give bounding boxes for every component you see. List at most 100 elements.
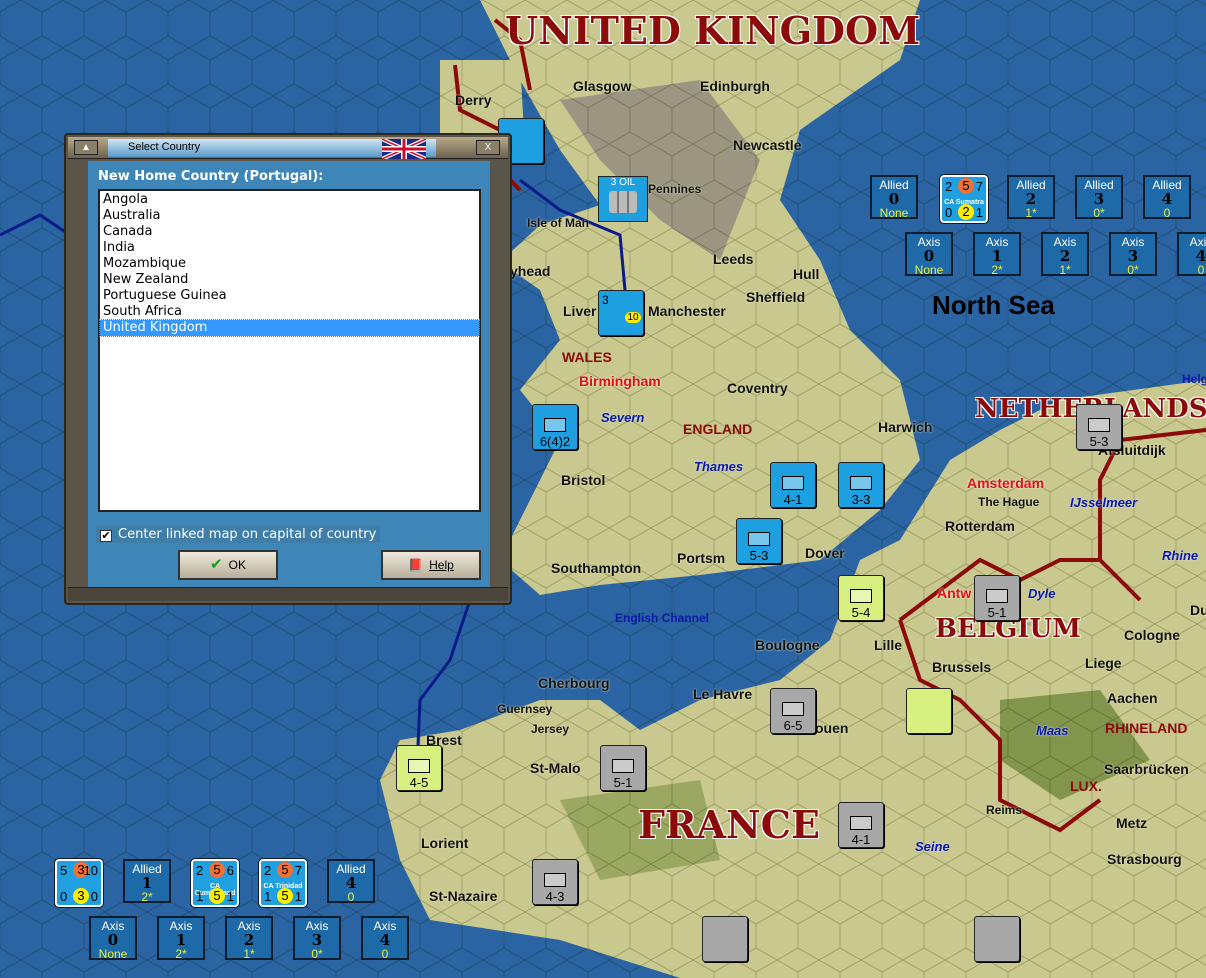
ship-counter[interactable]: 2 5 7 CA Trinidad 1 5 1 [258,858,308,908]
close-button[interactable]: X [476,140,500,155]
unit-counter[interactable]: 6(4)2 [532,404,578,450]
bottom_boxes-allied-0-num: 1 [141,874,153,892]
city-label: St-Malo [530,760,581,776]
air-unit-counter[interactable] [906,688,952,734]
top_boxes-allied-1-sub: 1* [1025,206,1037,220]
unit-counter[interactable]: 4-1 [770,462,816,508]
minimize-button[interactable]: ▲ [74,140,98,155]
river-label: Seine [915,839,950,854]
axis-box[interactable]: Axis 1 2* [973,232,1021,277]
air-unit-counter[interactable] [974,916,1020,962]
unit-counter[interactable]: 4-3 [532,859,578,905]
unit-counter[interactable]: 5-3 [1076,404,1122,450]
axis-box[interactable]: Axis40 [1177,232,1206,277]
bottom_boxes-allied-0-sub: 2* [141,890,153,904]
oil-resource[interactable]: 3 OIL [598,176,648,222]
axis-box[interactable]: Axis40 [361,916,409,961]
unit-counter[interactable]: 5-4 [838,575,884,621]
country-option[interactable]: Canada [100,224,479,240]
city-label: Liege [1085,655,1122,671]
unit-type-symbol-icon [612,759,634,773]
axis-box[interactable]: Axis 1 2* [157,916,205,961]
country-option[interactable]: Mozambique [100,256,479,272]
checkbox-checked-icon[interactable]: ✔ [100,530,112,542]
oil-barrels-icon [609,191,637,213]
axis-box[interactable]: Axis 3 0* [293,916,341,961]
unit-type-symbol-icon [782,476,804,490]
ok-button[interactable]: ✔ OK [178,550,278,580]
top_boxes-ship-bl: 0 [945,205,953,220]
unit-readiness: 10 [625,312,641,323]
allied-box[interactable]: Allied 2 1* [1007,175,1055,220]
country-option-selected[interactable]: United Kingdom [99,319,480,337]
axis-box[interactable]: Axis 0 None [89,916,137,961]
unit-type-symbol-icon [850,816,872,830]
axis-box[interactable]: Axis 0 None [905,232,953,277]
axis-box[interactable]: Axis 3 0* [1109,232,1157,277]
city-label: yhead [510,263,551,279]
fleet-counter[interactable]: 5 3 10 0 3 0 [54,858,104,908]
unit-strength: 6-5 [783,718,803,733]
top_boxes-ship-yc: 2 [958,204,974,220]
unit-strength: 4-1 [851,832,871,847]
dialog-title-bar[interactable]: ▲ Select Country X [68,137,508,161]
axis-box[interactable]: Axis 2 1* [1041,232,1089,277]
unit-strength: 3-3 [851,492,871,507]
city-label: Edinburgh [700,78,770,94]
allied-box[interactable]: Allied 1 2* [123,859,171,904]
city-label: Aachen [1107,690,1158,706]
country-option[interactable]: India [100,240,479,256]
air-unit-counter[interactable]: 3 10 [598,290,644,336]
city-label: Manchester [648,303,726,319]
unit-strength: 4-3 [545,889,565,904]
ship-counter[interactable]: 256CA Cumberland151 [190,858,240,908]
country-option[interactable]: Angola [100,192,479,208]
bottom_boxes-ships-2-tr: 7 [294,863,302,878]
center-map-checkbox[interactable]: ✔ Center linked map on capital of country [96,526,381,543]
checkbox-label: Center linked map on capital of country [118,527,377,542]
unit-type-symbol-icon [1088,418,1110,432]
top_boxes-allied-3-num: 4 [1161,190,1173,208]
allied-box[interactable]: Allied 0 None [870,175,918,220]
dialog-body: New Home Country (Portugal): Angola Aust… [88,161,490,589]
unit-type-symbol-icon [748,532,770,546]
capital-label: Amsterdam [967,475,1045,491]
unit-strength: 5-4 [851,605,871,620]
unit-counter[interactable]: 3-3 [838,462,884,508]
city-label: The Hague [978,495,1040,509]
unit-counter[interactable]: 4-1 [838,802,884,848]
city-label: St-Nazaire [429,888,498,904]
country-option[interactable]: South Africa [100,304,479,320]
city-label: Bristol [561,472,606,488]
help-button[interactable]: 📕 Help [381,550,481,580]
axis-box[interactable]: Axis 2 1* [225,916,273,961]
air-unit-counter[interactable] [702,916,748,962]
bottom_boxes-axis-1-sub: 2* [175,947,187,961]
country-option[interactable]: Australia [100,208,479,224]
allied-box[interactable]: Allied 4 0 [327,859,375,904]
bottom_boxes-ships-1-oc: 5 [209,862,225,878]
city-label: Boulogne [755,637,820,653]
unit-counter[interactable]: 5-1 [600,745,646,791]
country-option[interactable]: Portuguese Guinea [100,288,479,304]
top_boxes-axis-2-num: 2 [1059,247,1071,265]
unit-counter[interactable]: 4-5 [396,745,442,791]
bottom_boxes-ships-0-bl: 0 [60,889,68,904]
city-label: Lorient [421,835,469,851]
bottom_boxes-axis-3-num: 3 [311,931,323,949]
ship-counter[interactable]: 2 5 7 CA Sumatra 0 2 1 [939,174,989,224]
unit-strength: 3 [602,293,609,307]
country-listbox[interactable]: Angola Australia Canada India Mozambique… [98,189,481,512]
city-label: Reims [986,803,1023,817]
top_boxes-axis-2-sub: 1* [1059,263,1071,277]
top_boxes-allied-2-sub: 0* [1093,206,1105,220]
unit-counter[interactable]: 6-5 [770,688,816,734]
country-option[interactable]: New Zealand [100,272,479,288]
allied-box[interactable]: Allied 3 0* [1075,175,1123,220]
city-label: Leeds [713,251,754,267]
city-label: Le Havre [693,686,753,702]
unit-counter[interactable]: 5-1 [974,575,1020,621]
allied-box[interactable]: Allied 4 0 [1143,175,1191,220]
unit-counter[interactable]: 5-3 [736,518,782,564]
top_boxes-allied-2-num: 3 [1093,190,1105,208]
